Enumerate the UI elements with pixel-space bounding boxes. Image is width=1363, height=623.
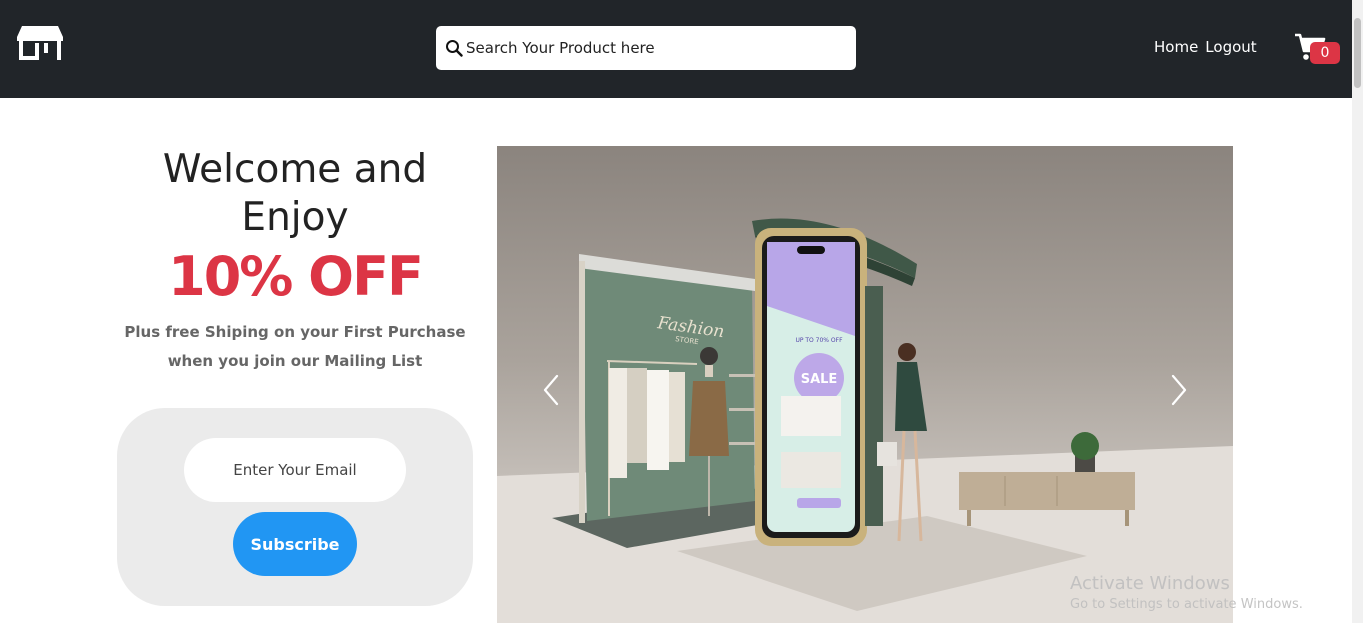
phone-sale-text: SALE: [801, 372, 838, 387]
discount-offer: 10% OFF: [168, 245, 424, 308]
promo-description-line2: when you join our Mailing List: [167, 352, 423, 370]
storefront-icon[interactable]: [16, 24, 64, 62]
cart-button[interactable]: 0: [1294, 32, 1340, 66]
promo-description-line1: Plus free Shiping on your First Purchase: [124, 323, 466, 341]
top-navbar: Home Logout 0: [0, 0, 1352, 98]
email-input[interactable]: [184, 438, 406, 502]
phone-promo-text: UP TO 70% OFF: [795, 337, 843, 344]
scrollbar-thumb[interactable]: [1354, 18, 1361, 88]
welcome-heading-line1: Welcome and: [162, 147, 428, 192]
promo-description: Plus free Shiping on your First Purchase…: [117, 318, 473, 376]
subscribe-button[interactable]: Subscribe: [233, 512, 357, 576]
welcome-heading-line2: Enjoy: [241, 195, 349, 240]
carousel-slide-image: Fashion STORE SALE UP TO 70% OFF: [497, 218, 1233, 623]
chevron-left-icon[interactable]: [539, 372, 565, 408]
newsletter-card: Subscribe: [117, 408, 473, 606]
nav-home-link[interactable]: Home: [1154, 38, 1198, 56]
page-scrollbar[interactable]: [1352, 0, 1363, 623]
promo-section: Welcome and Enjoy 10% OFF Plus free Ship…: [117, 146, 473, 376]
search-bar: [436, 26, 856, 70]
chevron-right-icon[interactable]: [1165, 372, 1191, 408]
search-input[interactable]: [466, 26, 846, 70]
search-icon[interactable]: [445, 39, 463, 57]
hero-carousel[interactable]: Fashion STORE SALE UP TO 70% OFF: [497, 146, 1233, 623]
nav-links: Home Logout: [1154, 38, 1257, 56]
cart-count-badge: 0: [1310, 42, 1340, 64]
nav-logout-link[interactable]: Logout: [1205, 38, 1256, 56]
